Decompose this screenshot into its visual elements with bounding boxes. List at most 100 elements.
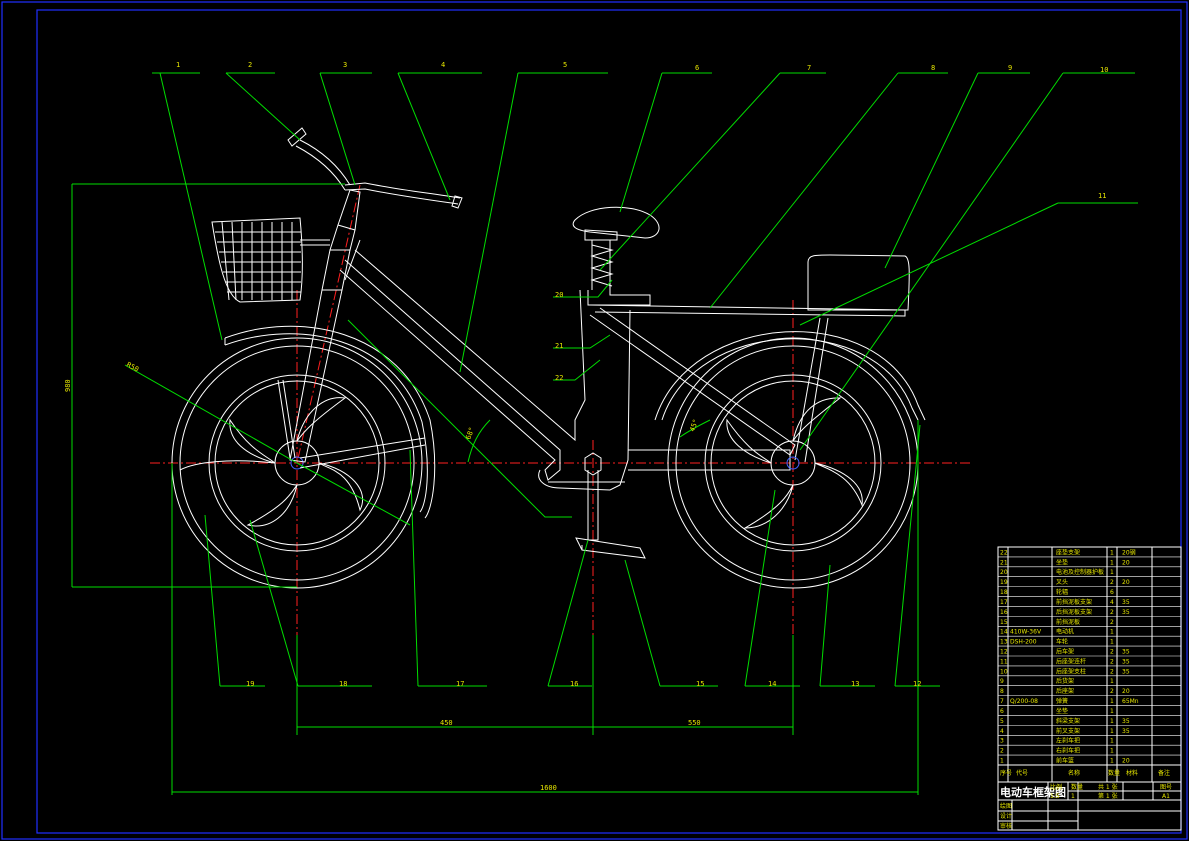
bom-cell-mat: 35: [1122, 728, 1130, 735]
part-label: 1: [176, 61, 180, 69]
basket-wire: [221, 221, 230, 301]
bom-cell-name: 前叉支架: [1056, 727, 1080, 735]
bom-cell-no: 10: [1000, 668, 1008, 675]
bom-cell-no: 5: [1000, 718, 1004, 725]
part-label: 21: [555, 342, 563, 350]
rear-fender: [654, 331, 926, 421]
review-label: 审核: [1000, 822, 1012, 830]
bom-cell-qty: 2: [1110, 658, 1114, 665]
bom-cell-name: 叉头: [1056, 578, 1068, 586]
bom-cell-name: 前挡泥板: [1056, 618, 1080, 626]
bom-cell-name: 车轮: [1056, 638, 1068, 646]
bom-cell-qty: 6: [1110, 589, 1114, 596]
bom-cell-qty: 1: [1110, 708, 1114, 715]
bom-cell-no: 18: [1000, 589, 1008, 596]
part-labels-left: 20 21 22: [555, 291, 563, 382]
bom-cell-no: 22: [1000, 549, 1008, 556]
bom-cell-no: 14: [1000, 629, 1008, 636]
bom-cell-mat: 35: [1122, 609, 1130, 616]
bom-cell-mat: 35: [1122, 718, 1130, 725]
part-label: 14: [768, 680, 776, 688]
bom-cell-mat: 35: [1122, 668, 1130, 675]
bom-cell-mat: 20: [1122, 559, 1130, 566]
bom-cell-code: Q/200-08: [1010, 698, 1038, 705]
part-label: 13: [851, 680, 859, 688]
bom-header-mat: 材料: [1126, 769, 1138, 777]
bom-cell-code: 410W-36V: [1010, 629, 1042, 636]
bom-cell-no: 1: [1000, 758, 1004, 765]
bom-cell-no: 15: [1000, 619, 1008, 626]
part-label: 16: [570, 680, 578, 688]
basket-wire: [231, 221, 237, 301]
bom-cell-no: 8: [1000, 688, 1004, 695]
dim-wheelbase-left: 450: [440, 719, 453, 727]
design-label: 设计: [1000, 812, 1012, 820]
bom-header-no: 序号: [1000, 769, 1012, 777]
bom-cell-no: 13: [1000, 639, 1008, 646]
bom-cell-no: 9: [1000, 678, 1004, 685]
bom-cell-qty: 2: [1110, 609, 1114, 616]
scale-value: 1:5: [1050, 793, 1060, 800]
bom-cell-qty: 1: [1110, 728, 1114, 735]
bom-cell-qty: 2: [1110, 619, 1114, 626]
bom-cell-name: 左刹车把: [1056, 737, 1080, 745]
bom-cell-no: 16: [1000, 609, 1008, 616]
bom-cell-qty: 1: [1110, 549, 1114, 556]
bom-cell-no: 7: [1000, 698, 1004, 705]
part-labels-top: 1 2 3 4 5 6 7 8 9 10 11: [176, 61, 1108, 200]
bom-cell-qty: 4: [1110, 599, 1114, 606]
drawing-no: A1: [1162, 793, 1170, 800]
part-label: 5: [563, 61, 567, 69]
bom-cell-name: 右刹车把: [1056, 747, 1080, 755]
bom-cell-mat: 20: [1122, 758, 1130, 765]
part-label: 12: [913, 680, 921, 688]
bom-cell-name: 后座架连杆: [1056, 657, 1086, 665]
part-label: 4: [441, 61, 445, 69]
bom-cell-name: 斜梁支架: [1056, 717, 1080, 725]
bom-cell-name: 后座架支柱: [1056, 667, 1086, 675]
bom-cell-qty: 1: [1110, 748, 1114, 755]
part-label: 17: [456, 680, 464, 688]
part-label: 9: [1008, 64, 1012, 72]
dim-overall-height: 980: [64, 379, 72, 392]
scale-label: 比例: [1050, 783, 1062, 791]
bom-cell-no: 6: [1000, 708, 1004, 715]
bom-header-name: 名称: [1068, 769, 1080, 777]
bom-cell-qty: 1: [1110, 559, 1114, 566]
bom-cell-qty: 2: [1110, 668, 1114, 675]
part-label: 10: [1100, 66, 1108, 74]
bom-cell-name: 坐垫: [1056, 558, 1068, 566]
bom-cell-no: 21: [1000, 559, 1008, 566]
bom-cell-no: 19: [1000, 579, 1008, 586]
bom-cell-mat: 35: [1122, 649, 1130, 656]
dim-angle-rear: 45°: [688, 418, 700, 433]
bom-cell-no: 20: [1000, 569, 1008, 576]
drawing-no-label: 图号: [1160, 784, 1172, 791]
front-basket: [211, 217, 330, 303]
bom-cell-qty: 1: [1110, 569, 1114, 576]
front-fender: [224, 325, 436, 519]
bom-cell-qty: 1: [1110, 718, 1114, 725]
sheet-total: 共 1 张: [1098, 783, 1118, 791]
part-label: 15: [696, 680, 704, 688]
bom-cell-name: 后货架: [1056, 677, 1074, 685]
bom-cell-no: 17: [1000, 599, 1008, 606]
part-label: 7: [807, 64, 811, 72]
part-label: 18: [339, 680, 347, 688]
bom-cell-qty: 2: [1110, 649, 1114, 656]
part-label: 22: [555, 374, 563, 382]
bom-cell-mat: 20钢: [1122, 548, 1136, 556]
part-label: 11: [1098, 192, 1106, 200]
bom-cell-mat: 35: [1122, 658, 1130, 665]
qty-value: 1: [1071, 793, 1075, 800]
bom-cell-name: 坐垫: [1056, 707, 1068, 715]
bom-header-code: 代号: [1016, 769, 1028, 777]
part-label: 20: [555, 291, 563, 299]
part-label: 8: [931, 64, 935, 72]
bom-cell-mat: 20: [1122, 579, 1130, 586]
steering-axis-centerline: [296, 184, 361, 464]
bom-cell-qty: 2: [1110, 579, 1114, 586]
bom-cell-qty: 1: [1110, 698, 1114, 705]
bom-cell-no: 4: [1000, 728, 1004, 735]
bom-cell-name: 后座架: [1056, 687, 1074, 695]
